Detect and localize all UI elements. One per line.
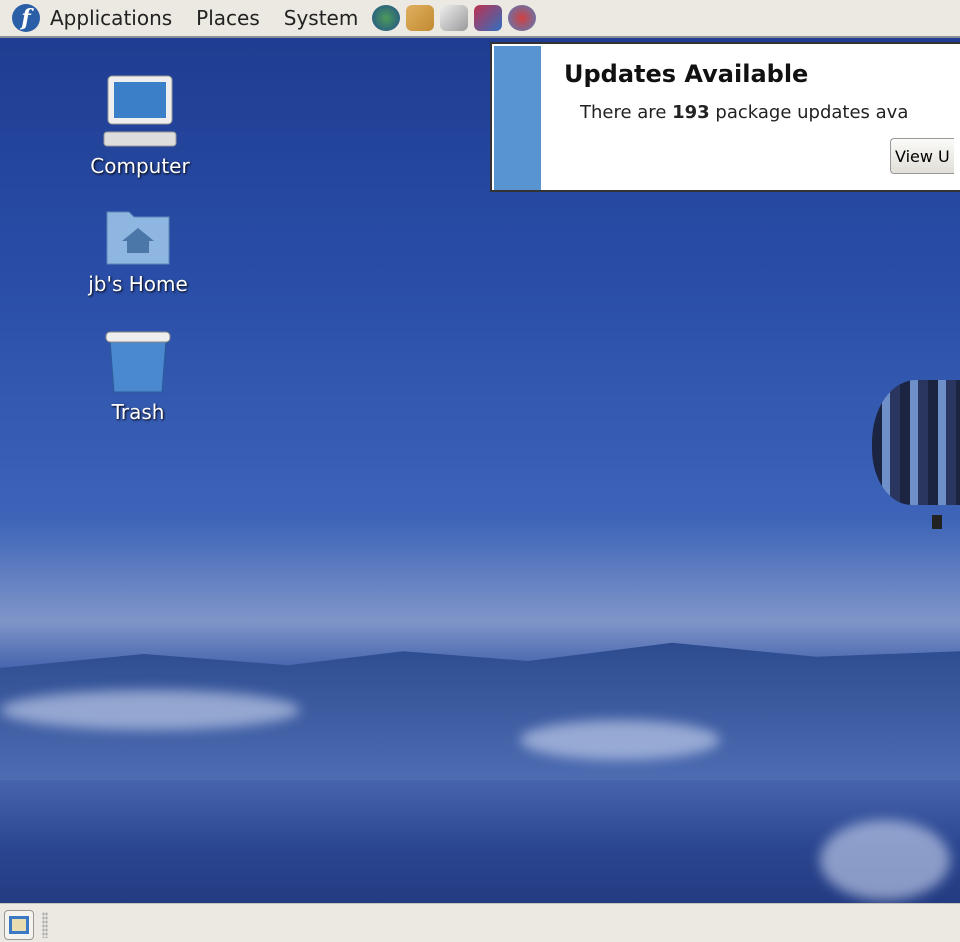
presentation-icon[interactable] (508, 5, 537, 31)
home-folder-icon (106, 211, 170, 265)
show-desktop-button[interactable] (4, 910, 34, 940)
menu-places[interactable]: Places (196, 6, 260, 30)
notification-accent-bar (494, 46, 541, 190)
wallpaper-cloud (520, 720, 720, 760)
hot-air-balloon (872, 380, 960, 505)
updates-notification[interactable]: Updates Available There are 193 package … (490, 42, 960, 192)
wallpaper-cloud (820, 820, 950, 900)
balloon-basket (932, 515, 942, 529)
desktop-icon-computer[interactable]: Computer (70, 74, 210, 178)
computer-icon (103, 75, 177, 147)
notes-icon[interactable] (440, 5, 469, 31)
panel-drag-handle[interactable] (42, 912, 48, 938)
office-icon[interactable] (474, 5, 503, 31)
show-desktop-icon (9, 916, 29, 934)
icon-label: Trash (111, 400, 165, 424)
desktop-icon-home[interactable]: jb's Home (68, 206, 208, 296)
menu-system[interactable]: System (284, 6, 359, 30)
desktop-icon-trash[interactable]: Trash (68, 330, 208, 424)
view-updates-button[interactable]: View U (890, 138, 954, 174)
trash-icon (105, 331, 171, 393)
update-count: 193 (672, 102, 710, 123)
notification-message: There are 193 package updates ava (580, 102, 908, 123)
bottom-panel (0, 903, 960, 942)
wallpaper-cloud (0, 690, 300, 730)
message-text: There are (580, 102, 673, 123)
web-browser-icon[interactable] (372, 5, 401, 31)
menu-applications[interactable]: Applications (50, 6, 172, 30)
mail-icon[interactable] (406, 5, 435, 31)
message-text: package updates ava (709, 102, 909, 123)
notification-title: Updates Available (564, 60, 809, 88)
icon-label: jb's Home (88, 272, 188, 296)
top-panel: f Applications Places System (0, 0, 960, 38)
icon-label: Computer (90, 154, 190, 178)
fedora-logo-icon[interactable]: f (12, 4, 40, 32)
